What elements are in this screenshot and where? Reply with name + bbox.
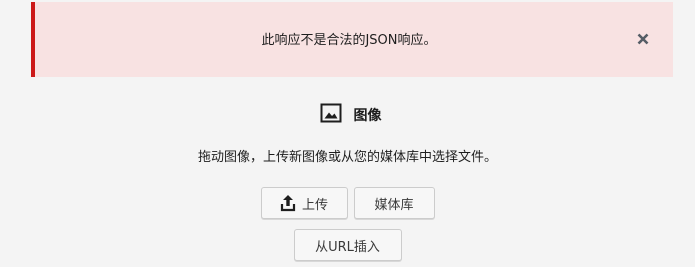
media-library-button[interactable]: 媒体库 — [353, 187, 435, 219]
placeholder-actions: 上传 媒体库 — [0, 187, 695, 219]
media-library-button-label: 媒体库 — [374, 197, 414, 213]
upload-button-label: 上传 — [301, 197, 328, 213]
placeholder-actions-secondary: 从URL插入 — [0, 229, 695, 261]
placeholder-label: 图像 — [6, 100, 695, 130]
insert-from-url-button-label: 从URL插入 — [315, 239, 380, 255]
image-icon — [320, 102, 342, 128]
insert-from-url-button[interactable]: 从URL插入 — [293, 229, 402, 261]
placeholder-title: 图像 — [353, 108, 382, 124]
error-notice: 此响应不是合法的JSON响应。 — [31, 2, 673, 77]
image-block-placeholder: 图像 拖动图像，上传新图像或从您的媒体库中选择文件。 上传 媒体库 从URL插入 — [0, 100, 695, 261]
upload-icon — [280, 194, 296, 212]
placeholder-instructions: 拖动图像，上传新图像或从您的媒体库中选择文件。 — [197, 150, 497, 165]
close-icon[interactable] — [631, 27, 655, 51]
error-notice-message: 此响应不是合法的JSON响应。 — [261, 33, 437, 48]
upload-button[interactable]: 上传 — [260, 187, 348, 219]
